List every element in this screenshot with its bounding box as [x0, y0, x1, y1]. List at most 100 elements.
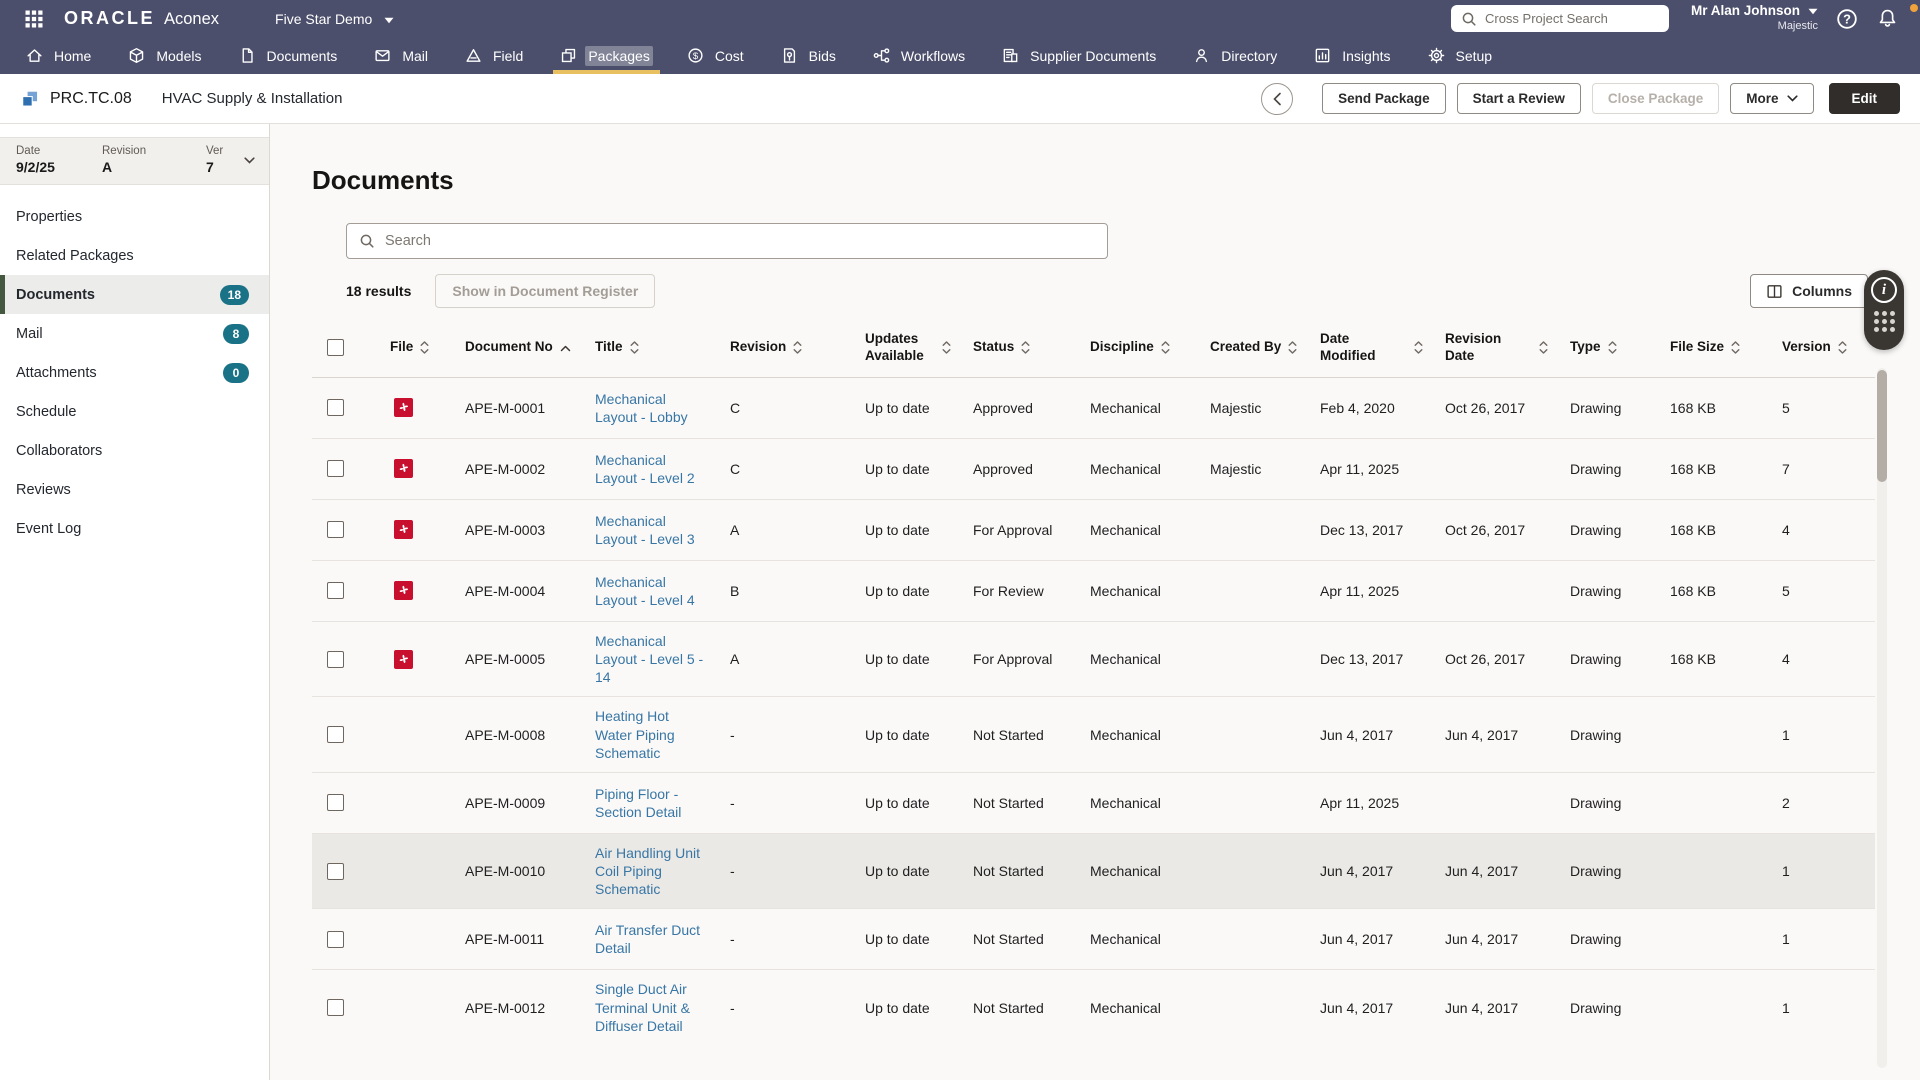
project-selector[interactable]: Five Star Demo [275, 11, 394, 27]
sidebar-item-documents[interactable]: Documents18 [0, 275, 269, 314]
nav-item-setup[interactable]: Setup [1428, 37, 1496, 74]
sort-icon[interactable] [1414, 340, 1423, 355]
document-title-link[interactable]: Mechanical Layout - Level 4 [595, 574, 695, 608]
row-checkbox[interactable] [327, 521, 344, 538]
cell-document-no: APE-M-0001 [455, 399, 585, 417]
column-header-created-by: Created By [1200, 331, 1310, 365]
sidebar-item-label: Mail [16, 326, 43, 342]
sort-icon[interactable] [1608, 340, 1617, 355]
cell-title: Air Transfer Duct Detail [585, 921, 720, 957]
document-title-link[interactable]: Single Duct Air Terminal Unit & Diffuser… [595, 981, 690, 1033]
help-icon[interactable]: ? [1836, 8, 1858, 30]
row-checkbox[interactable] [327, 399, 344, 416]
show-in-register-button[interactable]: Show in Document Register [435, 274, 655, 308]
documents-search-input[interactable] [385, 233, 1095, 249]
sidebar-item-mail[interactable]: Mail8 [0, 314, 269, 353]
cell-version: 5 [1772, 399, 1875, 417]
row-checkbox[interactable] [327, 651, 344, 668]
user-menu[interactable]: Mr Alan Johnson Majestic [1691, 3, 1818, 34]
sort-icon[interactable] [630, 340, 639, 355]
nav-item-bids[interactable]: Bids [781, 37, 839, 74]
nav-item-workflows[interactable]: Workflows [873, 37, 968, 74]
row-checkbox[interactable] [327, 460, 344, 477]
cell-revision: C [720, 399, 855, 417]
nav-item-cost[interactable]: $Cost [687, 37, 747, 74]
sort-icon[interactable] [1731, 340, 1740, 355]
cell-discipline: Mechanical [1080, 521, 1200, 539]
table-row[interactable]: APE-M-0010Air Handling Unit Coil Piping … [312, 834, 1875, 910]
nav-item-supplier-documents[interactable]: Supplier Documents [1002, 37, 1159, 74]
document-title-link[interactable]: Air Transfer Duct Detail [595, 922, 700, 956]
pdf-file-icon[interactable] [394, 650, 413, 669]
document-title-link[interactable]: Piping Floor - Section Detail [595, 786, 681, 820]
table-row[interactable]: APE-M-0012Single Duct Air Terminal Unit … [312, 970, 1875, 1039]
nav-item-insights[interactable]: Insights [1314, 37, 1393, 74]
row-checkbox[interactable] [327, 582, 344, 599]
document-title-link[interactable]: Mechanical Layout - Lobby [595, 391, 688, 425]
info-icon[interactable]: i [1871, 277, 1897, 303]
edit-button[interactable]: Edit [1829, 83, 1901, 114]
nav-item-documents[interactable]: Documents [239, 37, 341, 74]
sort-icon[interactable] [420, 340, 429, 355]
cross-project-search-input[interactable] [1485, 11, 1659, 26]
table-row[interactable]: APE-M-0002Mechanical Layout - Level 2CUp… [312, 439, 1875, 500]
sidebar-item-reviews[interactable]: Reviews [0, 470, 269, 509]
nav-item-home[interactable]: Home [26, 37, 94, 74]
send-package-button[interactable]: Send Package [1322, 83, 1446, 114]
document-title-link[interactable]: Heating Hot Water Piping Schematic [595, 708, 675, 760]
nav-item-packages[interactable]: Packages [560, 37, 652, 74]
table-row[interactable]: APE-M-0011Air Transfer Duct Detail-Up to… [312, 909, 1875, 970]
pdf-file-icon[interactable] [394, 520, 413, 539]
sort-icon[interactable] [1838, 340, 1847, 355]
table-row[interactable]: APE-M-0003Mechanical Layout - Level 3AUp… [312, 500, 1875, 561]
sidebar-item-properties[interactable]: Properties [0, 197, 269, 236]
sidebar-item-schedule[interactable]: Schedule [0, 392, 269, 431]
meta-expand-chevron-icon[interactable] [244, 157, 255, 164]
close-package-button[interactable]: Close Package [1592, 83, 1719, 114]
sort-icon[interactable] [1288, 340, 1297, 355]
pdf-file-icon[interactable] [394, 398, 413, 417]
package-title: HVAC Supply & Installation [162, 90, 343, 107]
row-checkbox[interactable] [327, 863, 344, 880]
nav-item-models[interactable]: Models [128, 37, 204, 74]
document-title-link[interactable]: Mechanical Layout - Level 3 [595, 513, 695, 547]
row-checkbox[interactable] [327, 999, 344, 1016]
nav-item-mail[interactable]: Mail [374, 37, 431, 74]
document-title-link[interactable]: Air Handling Unit Coil Piping Schematic [595, 845, 700, 897]
table-row[interactable]: APE-M-0004Mechanical Layout - Level 4BUp… [312, 561, 1875, 622]
row-checkbox[interactable] [327, 931, 344, 948]
table-row[interactable]: APE-M-0005Mechanical Layout - Level 5 - … [312, 622, 1875, 698]
document-title-link[interactable]: Mechanical Layout - Level 5 - 14 [595, 633, 703, 685]
table-row[interactable]: APE-M-0001Mechanical Layout - LobbyCUp t… [312, 378, 1875, 439]
notifications-bell-icon[interactable] [1876, 8, 1898, 30]
drag-handle-dots-icon[interactable] [1874, 311, 1895, 332]
sidebar-item-collaborators[interactable]: Collaborators [0, 431, 269, 470]
back-button[interactable] [1261, 83, 1293, 115]
sort-icon[interactable] [942, 340, 951, 355]
columns-button[interactable]: Columns [1750, 274, 1868, 308]
sort-icon[interactable] [1021, 340, 1030, 355]
select-all-checkbox[interactable] [327, 339, 344, 356]
sidebar-item-event-log[interactable]: Event Log [0, 509, 269, 548]
sort-ascending-icon[interactable] [560, 344, 571, 352]
sort-icon[interactable] [1539, 340, 1548, 355]
pdf-file-icon[interactable] [394, 459, 413, 478]
sort-icon[interactable] [1161, 340, 1170, 355]
row-checkbox[interactable] [327, 726, 344, 743]
mail-icon [374, 47, 391, 64]
table-scrollbar-thumb[interactable] [1877, 370, 1887, 482]
table-row[interactable]: APE-M-0008Heating Hot Water Piping Schem… [312, 697, 1875, 773]
start-review-button[interactable]: Start a Review [1457, 83, 1581, 114]
nav-item-directory[interactable]: Directory [1193, 37, 1280, 74]
pdf-file-icon[interactable] [394, 581, 413, 600]
sidebar-item-attachments[interactable]: Attachments0 [0, 353, 269, 392]
document-title-link[interactable]: Mechanical Layout - Level 2 [595, 452, 695, 486]
app-launcher-icon[interactable] [24, 9, 44, 29]
sort-icon[interactable] [793, 340, 802, 355]
svg-text:?: ? [1843, 11, 1851, 26]
sidebar-item-related-packages[interactable]: Related Packages [0, 236, 269, 275]
nav-item-field[interactable]: Field [465, 37, 526, 74]
table-row[interactable]: APE-M-0009Piping Floor - Section Detail-… [312, 773, 1875, 834]
row-checkbox[interactable] [327, 794, 344, 811]
more-button[interactable]: More [1730, 83, 1813, 114]
